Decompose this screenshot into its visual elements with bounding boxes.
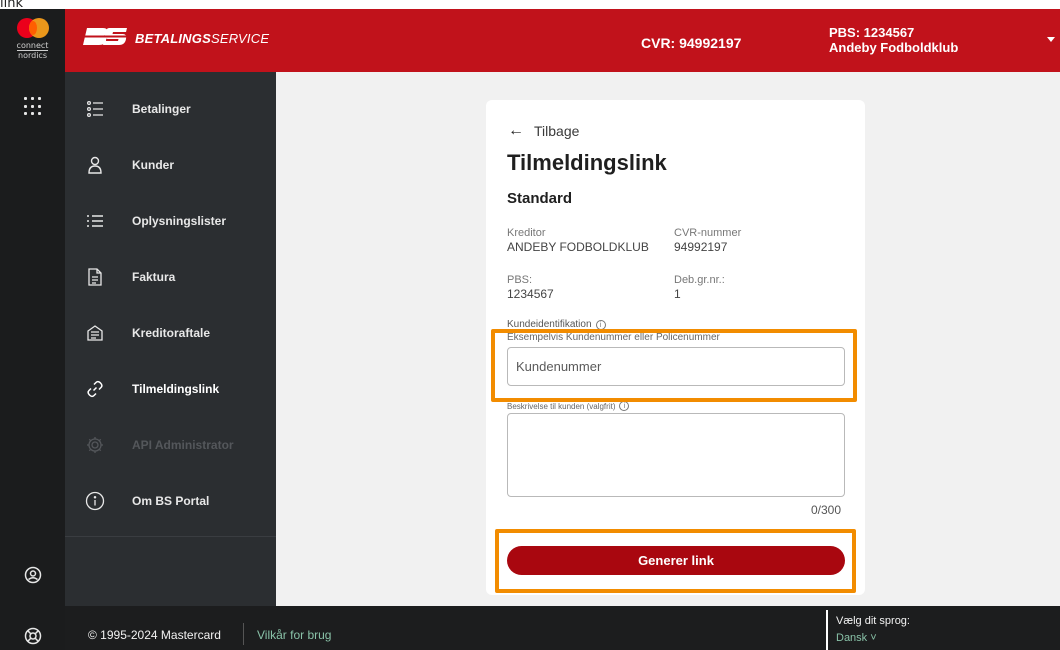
info-icon [85, 491, 105, 511]
debgr-field: Deb.gr.nr.: 1 [674, 273, 725, 301]
cvr-field: CVR-nummer 94992197 [674, 226, 741, 254]
person-icon [85, 155, 105, 175]
kundeid-hint: Eksempelvis Kundenummer eller Policenumm… [507, 332, 720, 343]
language-prompt: Vælg dit sprog: [836, 615, 910, 627]
gear-icon [85, 435, 105, 455]
sidebar-item-api-administrator: API Administrator [65, 417, 276, 473]
page-title: Tilmeldingslink [507, 150, 667, 175]
generate-link-button[interactable]: Generer link [507, 546, 845, 575]
pbs-label: PBS: [507, 274, 533, 286]
terms-link[interactable]: Vilkår for brug [257, 628, 331, 642]
bs-logo-icon [83, 28, 127, 45]
help-lifebuoy-icon[interactable] [23, 626, 43, 646]
sidebar-item-label: Kreditoraftale [132, 326, 211, 340]
sidebar-item-label: Betalinger [132, 102, 191, 116]
account-switcher[interactable]: PBS: 1234567 Andeby Fodboldklub [829, 25, 958, 55]
language-selector: Vælg dit sprog: Dansk ˅ [826, 610, 910, 650]
list-bullets-icon [85, 99, 105, 119]
info-icon[interactable]: i [595, 319, 606, 330]
debgr-value: 1 [674, 287, 681, 301]
list-icon [85, 211, 105, 231]
sidebar-item-label: Tilmeldingslink [132, 382, 220, 396]
character-counter: 0/300 [810, 503, 841, 517]
brand-rest: SERVICE [210, 31, 270, 46]
betalingsservice-logo[interactable]: BETALINGSSERVICE [83, 26, 269, 51]
cvr-label: CVR-nummer [674, 227, 742, 239]
mastercard-logo-icon [16, 18, 49, 38]
document-icon [85, 267, 105, 287]
debgr-label: Deb.gr.nr.: [674, 274, 725, 286]
kreditor-value: ANDEBY FODBOLDKLUB [507, 240, 649, 254]
sidebar-item-tilmeldingslink[interactable]: Tilmeldingslink [65, 361, 276, 417]
top-header: BETALINGSSERVICE CVR: 94992197 PBS: 1234… [65, 9, 1060, 72]
rail-logo-line1: connect [16, 41, 49, 51]
footer: © 1995-2024 Mastercard Vilkår for brug V… [65, 606, 1060, 650]
section-title: Standard [507, 190, 573, 207]
user-profile-icon[interactable] [23, 565, 43, 585]
sidebar-item-betalinger[interactable]: Betalinger [65, 81, 276, 137]
sidebar-item-kunder[interactable]: Kunder [65, 137, 276, 193]
caption-text: link [0, 0, 23, 11]
description-label-text: Beskrivelse til kunden (valgfrit) [507, 401, 616, 411]
sidebar-item-label: Oplysningslister [132, 214, 227, 228]
tilmeldingslink-card: ← Tilbage Tilmeldingslink Standard Kredi… [486, 100, 865, 595]
sidebar-item-faktura[interactable]: Faktura [65, 249, 276, 305]
header-pbs: PBS: 1234567 [829, 25, 915, 40]
language-dropdown[interactable]: Dansk ˅ [836, 632, 910, 644]
sidebar-item-om-bs-portal[interactable]: Om BS Portal [65, 473, 276, 529]
connect-nordics-logo: connect nordics [0, 9, 65, 72]
sidebar-item-label: API Administrator [132, 438, 234, 452]
sidebar-item-label: Om BS Portal [132, 494, 210, 508]
kreditor-field: Kreditor ANDEBY FODBOLDKLUB [507, 226, 649, 254]
sidebar-item-kreditoraftale[interactable]: Kreditoraftale [65, 305, 276, 361]
account-dropdown-icon[interactable] [1047, 37, 1055, 42]
sidebar: Betalinger Kunder Oplysningslister Faktu… [65, 72, 276, 606]
main-content: ← Tilbage Tilmeldingslink Standard Kredi… [276, 72, 1060, 606]
pbs-field: PBS: 1234567 [507, 273, 554, 301]
sidebar-item-label: Kunder [132, 158, 174, 172]
pbs-value: 1234567 [507, 287, 554, 301]
kundeid-label: Kundeidentifikation i [507, 319, 606, 330]
apps-grid-icon[interactable] [24, 97, 44, 117]
cvr-value: 94992197 [674, 240, 728, 254]
header-org: Andeby Fodboldklub [829, 40, 959, 55]
sidebar-item-label: Faktura [132, 270, 176, 284]
copyright-text: © 1995-2024 Mastercard [88, 628, 221, 642]
sidebar-item-oplysningslister[interactable]: Oplysningslister [65, 193, 276, 249]
description-textarea[interactable] [507, 413, 845, 497]
app-rail: connect nordics [0, 9, 65, 650]
arrow-left-icon: ← [508, 122, 524, 139]
sidebar-bottom [65, 536, 276, 606]
header-cvr: CVR: 94992197 [641, 35, 742, 51]
footer-divider [243, 623, 244, 645]
back-link[interactable]: ← Tilbage [508, 122, 579, 140]
back-label: Tilbage [534, 123, 580, 139]
brand-bold: BETALINGS [135, 31, 211, 46]
rail-logo-line2: nordics [18, 51, 47, 60]
kundeid-label-text: Kundeidentifikation [507, 319, 592, 330]
info-icon[interactable]: i [619, 401, 630, 411]
description-label: Beskrivelse til kunden (valgfrit) i [507, 401, 630, 411]
agreement-icon [85, 323, 105, 343]
link-icon [85, 379, 105, 399]
kreditor-label: Kreditor [507, 227, 546, 239]
kundenummer-input[interactable] [507, 347, 845, 386]
